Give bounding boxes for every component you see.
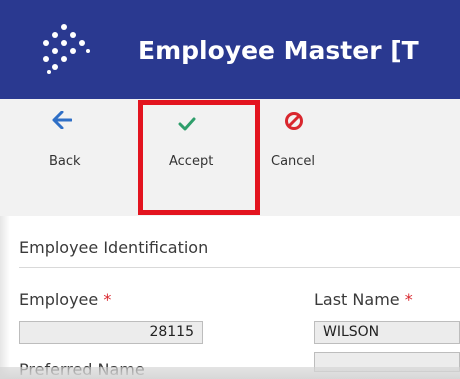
required-asterisk: * [103, 290, 112, 309]
cancel-label: Cancel [271, 154, 316, 169]
cancel-icon [285, 112, 303, 130]
toolbar: Back Accept Cancel [0, 99, 460, 216]
arrow-left-icon [52, 111, 72, 129]
accept-label: Accept [169, 154, 214, 169]
app-title: Employee Master [T [138, 36, 419, 65]
bottom-edge [0, 367, 460, 379]
left-edge-shadow [0, 216, 10, 379]
app-logo-icon [43, 24, 90, 74]
last-name-label-text: Last Name [314, 290, 400, 309]
title-bar: Employee Master [T [0, 0, 460, 99]
section-title: Employee Identification [19, 238, 209, 257]
accept-button[interactable]: Accept [152, 99, 242, 199]
last-name-field[interactable]: WILSON [314, 321, 460, 344]
required-asterisk: * [404, 290, 413, 309]
employee-field[interactable]: 28115 [19, 321, 203, 344]
last-name-label: Last Name * [314, 290, 413, 309]
section-divider [19, 267, 460, 268]
employee-label: Employee * [19, 290, 111, 309]
employee-label-text: Employee [19, 290, 99, 309]
checkmark-icon [178, 117, 196, 131]
back-label: Back [49, 154, 81, 169]
cancel-button[interactable]: Cancel [264, 99, 338, 199]
back-button[interactable]: Back [36, 99, 96, 199]
